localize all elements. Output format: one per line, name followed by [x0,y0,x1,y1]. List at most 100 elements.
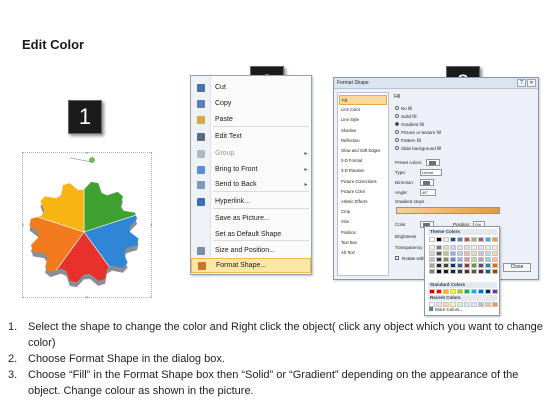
fill-option-radio[interactable] [395,106,399,110]
dialog-nav-item[interactable]: Picture Corrections [339,177,387,187]
theme-shade-swatch[interactable] [443,245,449,250]
theme-color-swatch[interactable] [443,237,449,242]
theme-shade-swatch[interactable] [436,263,442,268]
theme-shade-swatch[interactable] [492,263,498,268]
theme-shade-swatch[interactable] [443,257,449,262]
dialog-nav-item[interactable]: 3-D Format [339,156,387,166]
context-menu-item[interactable]: Hyperlink... [191,194,311,209]
standard-color-swatch[interactable] [457,289,463,294]
standard-color-swatch[interactable] [450,289,456,294]
fill-option[interactable]: Solid fill [395,113,417,119]
theme-shade-swatch[interactable] [478,245,484,250]
theme-shade-swatch[interactable] [457,269,463,274]
standard-color-swatch[interactable] [485,289,491,294]
theme-shade-swatch[interactable] [457,257,463,262]
fill-option[interactable]: Picture or texture fill [395,129,441,135]
theme-shade-swatch[interactable] [429,245,435,250]
preset-colors-dropdown[interactable] [425,158,440,166]
dialog-nav-item[interactable]: Shadow [339,126,387,136]
theme-shade-swatch[interactable] [492,245,498,250]
dialog-nav-item[interactable]: Line Style [339,115,387,125]
standard-color-swatch[interactable] [429,289,435,294]
theme-shade-swatch[interactable] [457,251,463,256]
dialog-nav-item[interactable]: Alt Text [339,248,387,258]
context-menu-item[interactable]: Send to Back ▸ [191,177,311,192]
theme-shade-swatch[interactable] [450,245,456,250]
standard-color-swatch[interactable] [471,289,477,294]
theme-shade-swatch[interactable] [478,263,484,268]
gradient-stops-bar[interactable] [396,207,500,214]
fill-option-radio[interactable] [395,122,399,126]
theme-shade-swatch[interactable] [471,257,477,262]
theme-shade-swatch[interactable] [478,257,484,262]
theme-shade-swatch[interactable] [471,269,477,274]
dialog-nav-item[interactable]: Fill [339,95,387,105]
context-menu-item[interactable]: Paste [191,112,311,127]
theme-shade-swatch[interactable] [492,257,498,262]
theme-shade-swatch[interactable] [429,251,435,256]
theme-color-swatch[interactable] [429,237,435,242]
dialog-nav-item[interactable]: Reflection [339,136,387,146]
recent-color-swatch[interactable] [492,302,498,307]
theme-shade-swatch[interactable] [436,257,442,262]
theme-shade-swatch[interactable] [443,263,449,268]
theme-shade-swatch[interactable] [436,245,442,250]
theme-shade-swatch[interactable] [478,251,484,256]
theme-shade-swatch[interactable] [471,245,477,250]
theme-shade-swatch[interactable] [443,251,449,256]
theme-color-swatch[interactable] [492,237,498,242]
dialog-nav-item[interactable]: Glow and Soft Edges [339,146,387,156]
theme-shade-swatch[interactable] [478,269,484,274]
context-menu-item[interactable]: Set as Default Shape [191,227,311,242]
theme-shade-swatch[interactable] [464,269,470,274]
dialog-nav-item[interactable]: Position [339,228,387,238]
theme-color-swatch[interactable] [485,237,491,242]
fill-option[interactable]: Slide background fill [395,145,441,151]
theme-shade-swatch[interactable] [450,257,456,262]
context-menu-item[interactable]: Save as Picture... [191,211,311,226]
theme-shade-swatch[interactable] [436,269,442,274]
theme-shade-swatch[interactable] [471,251,477,256]
theme-color-swatch[interactable] [436,237,442,242]
standard-color-swatch[interactable] [436,289,442,294]
close-button[interactable]: Close [503,263,531,272]
dialog-nav-item[interactable]: Line Color [339,105,387,115]
recent-color-swatch[interactable] [485,302,491,307]
recent-color-swatch[interactable] [478,302,484,307]
gear-shape[interactable] [22,152,152,298]
dialog-help-button[interactable]: ? [517,79,526,87]
theme-shade-swatch[interactable] [464,251,470,256]
theme-color-swatch[interactable] [471,237,477,242]
context-menu-item[interactable]: Group ▸ [191,146,311,161]
theme-shade-swatch[interactable] [492,251,498,256]
fill-option-radio[interactable] [395,146,399,150]
fill-option-radio[interactable] [395,130,399,134]
dialog-nav-item[interactable]: Text Box [339,238,387,248]
standard-color-swatch[interactable] [464,289,470,294]
standard-color-swatch[interactable] [492,289,498,294]
theme-color-swatch[interactable] [464,237,470,242]
theme-shade-swatch[interactable] [464,263,470,268]
theme-color-swatch[interactable] [450,237,456,242]
context-menu-item[interactable]: Size and Position... [191,243,311,258]
fill-option[interactable]: No fill [395,105,412,111]
rotation-handle[interactable] [89,157,95,163]
type-select[interactable]: Linear [420,168,442,176]
theme-shade-swatch[interactable] [429,269,435,274]
direction-dropdown[interactable] [420,178,434,186]
gear-slice-green[interactable] [83,152,152,233]
fill-option-radio[interactable] [395,114,399,118]
dialog-nav-item[interactable]: Picture Color [339,187,387,197]
context-menu-item[interactable]: Bring to Front ▸ [191,162,311,177]
dialog-nav-item[interactable]: Crop [339,207,387,217]
theme-shade-swatch[interactable] [443,269,449,274]
dialog-close-button[interactable]: ✕ [527,79,536,87]
fill-option[interactable]: Gradient fill [395,121,424,127]
theme-shade-swatch[interactable] [485,245,491,250]
theme-shade-swatch[interactable] [485,263,491,268]
theme-shade-swatch[interactable] [492,269,498,274]
theme-shade-swatch[interactable] [457,263,463,268]
context-menu-item[interactable]: Copy [191,96,311,111]
theme-shade-swatch[interactable] [436,251,442,256]
standard-color-swatch[interactable] [443,289,449,294]
